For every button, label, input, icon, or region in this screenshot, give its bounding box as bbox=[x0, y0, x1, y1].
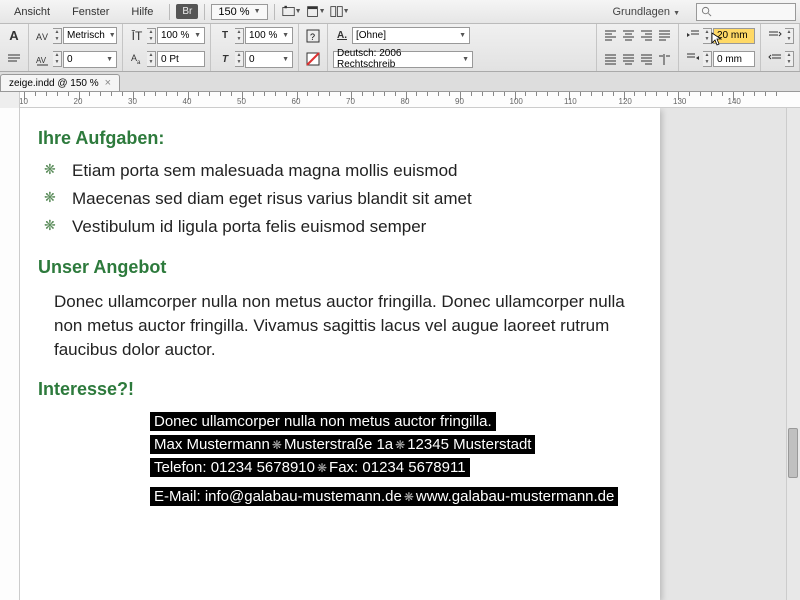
stroke-swatch-icon[interactable] bbox=[304, 50, 322, 68]
sp1[interactable]: ▲▼ bbox=[785, 28, 794, 44]
page: Ihre Aufgaben: Etiam porta sem malesuada… bbox=[20, 108, 660, 600]
skew-field[interactable]: 0▼ bbox=[245, 51, 293, 68]
svg-text:?: ? bbox=[310, 32, 315, 42]
list-item: Maecenas sed diam eget risus varius blan… bbox=[72, 189, 642, 209]
align-center-icon[interactable] bbox=[620, 28, 637, 44]
body-paragraph: Donec ullamcorper nulla non metus auctor… bbox=[38, 290, 642, 361]
bridge-button[interactable]: Br bbox=[176, 4, 198, 19]
heading-offer: Unser Angebot bbox=[38, 257, 642, 278]
contact-line: Telefon: 01234 5678910❋Fax: 01234 567891… bbox=[150, 458, 470, 477]
para-mode-icon[interactable] bbox=[5, 50, 23, 68]
baseline-field[interactable]: 0 Pt bbox=[157, 51, 205, 67]
screen-mode-icon[interactable]: ▼ bbox=[305, 3, 327, 21]
menu-view[interactable]: Ansicht bbox=[4, 3, 60, 21]
skew-icon: T bbox=[216, 50, 234, 68]
svg-text:V: V bbox=[42, 32, 48, 42]
search-input[interactable] bbox=[696, 3, 796, 21]
justify-icon[interactable] bbox=[656, 28, 673, 44]
indent-left-icon bbox=[684, 27, 702, 45]
kerning-spinner[interactable]: ▲▼ bbox=[53, 28, 62, 44]
space-after-spinner[interactable]: ▲▼ bbox=[703, 51, 712, 67]
control-panel: A AV ▲▼ Metrisch▼ AV ▲▼ 0▼ ĪT ▲▼ 100 %▼ … bbox=[0, 24, 800, 72]
tab-bar: zeige.indd @ 150 % × bbox=[0, 72, 800, 92]
tracking-icon: AV bbox=[34, 50, 52, 68]
char-mode-icon[interactable]: A bbox=[5, 27, 23, 45]
vertical-ruler bbox=[0, 108, 20, 600]
kerning-icon: AV bbox=[34, 27, 52, 45]
svg-text:AV: AV bbox=[36, 56, 47, 65]
skew-spinner[interactable]: ▲▼ bbox=[235, 51, 244, 67]
document-tab[interactable]: zeige.indd @ 150 % × bbox=[0, 74, 120, 91]
svg-text:a: a bbox=[137, 60, 141, 66]
tracking-spinner[interactable]: ▲▼ bbox=[53, 51, 62, 67]
vscale-spinner[interactable]: ▲▼ bbox=[147, 28, 156, 44]
workspace: Ihre Aufgaben: Etiam porta sem malesuada… bbox=[0, 108, 800, 600]
menu-help[interactable]: Hilfe bbox=[121, 3, 163, 21]
heading-interest: Interesse?! bbox=[38, 379, 642, 400]
space-before-field[interactable]: 20 mm bbox=[713, 28, 755, 44]
align-right-icon[interactable] bbox=[638, 28, 655, 44]
workspace-dropdown[interactable]: Grundlagen ▼ bbox=[605, 4, 689, 20]
space-after-field[interactable]: 0 mm bbox=[713, 51, 755, 67]
tab-label: zeige.indd @ 150 % bbox=[9, 78, 99, 89]
sp2[interactable]: ▲▼ bbox=[785, 51, 794, 67]
justify-left-icon[interactable] bbox=[602, 51, 619, 67]
fill-swatch-icon[interactable]: ? bbox=[304, 27, 322, 45]
menu-window[interactable]: Fenster bbox=[62, 3, 119, 21]
contact-block: Donec ullamcorper nulla non metus auctor… bbox=[38, 412, 642, 510]
hscale-field[interactable]: 100 %▼ bbox=[245, 27, 293, 44]
more-top-icon[interactable] bbox=[766, 27, 784, 45]
list-item: Vestibulum id ligula porta felis euismod… bbox=[72, 217, 642, 237]
kerning-mode[interactable]: Metrisch▼ bbox=[63, 27, 117, 44]
cursor-icon bbox=[711, 32, 723, 48]
contact-line: Max Mustermann❋Musterstraße 1a❋12345 Mus… bbox=[150, 435, 535, 454]
more-bottom-icon[interactable] bbox=[766, 50, 784, 68]
justify-right-icon[interactable] bbox=[638, 51, 655, 67]
list-item: Etiam porta sem malesuada magna mollis e… bbox=[72, 161, 642, 181]
view-options-icon[interactable]: ▼ bbox=[281, 3, 303, 21]
charstyle-icon: A. bbox=[333, 27, 351, 45]
indent-right-icon bbox=[684, 50, 702, 68]
baseline-icon: Aa bbox=[128, 50, 146, 68]
align-spine-icon[interactable] bbox=[656, 51, 673, 67]
scrollbar-thumb[interactable] bbox=[788, 428, 798, 478]
zoom-level[interactable]: 150 %▼ bbox=[211, 4, 267, 20]
tracking-field[interactable]: 0▼ bbox=[63, 51, 117, 68]
horizontal-ruler: 102030405060708090100110120130140 bbox=[0, 92, 800, 108]
vertical-scrollbar[interactable] bbox=[786, 108, 800, 600]
baseline-spinner[interactable]: ▲▼ bbox=[147, 51, 156, 67]
contact-line: Donec ullamcorper nulla non metus auctor… bbox=[150, 412, 496, 431]
arrange-icon[interactable]: ▼ bbox=[329, 3, 351, 21]
contact-line: E-Mail: info@galabau-mustemann.de❋www.ga… bbox=[150, 487, 618, 506]
heading-tasks: Ihre Aufgaben: bbox=[38, 128, 642, 149]
justify-center-icon[interactable] bbox=[620, 51, 637, 67]
align-left-icon[interactable] bbox=[602, 28, 619, 44]
hscale-icon: T bbox=[216, 27, 234, 45]
vscale-field[interactable]: 100 %▼ bbox=[157, 27, 205, 44]
vscale-icon: ĪT bbox=[128, 27, 146, 45]
task-list: Etiam porta sem malesuada magna mollis e… bbox=[38, 161, 642, 237]
canvas[interactable]: Ihre Aufgaben: Etiam porta sem malesuada… bbox=[20, 108, 800, 600]
charstyle-field[interactable]: [Ohne]▼ bbox=[352, 27, 470, 44]
language-field[interactable]: Deutsch: 2006 Rechtschreib▼ bbox=[333, 51, 473, 68]
hscale-spinner[interactable]: ▲▼ bbox=[235, 28, 244, 44]
tab-close-icon[interactable]: × bbox=[105, 77, 111, 89]
menubar: Ansicht Fenster Hilfe Br 150 %▼ ▼ ▼ ▼ Gr… bbox=[0, 0, 800, 24]
